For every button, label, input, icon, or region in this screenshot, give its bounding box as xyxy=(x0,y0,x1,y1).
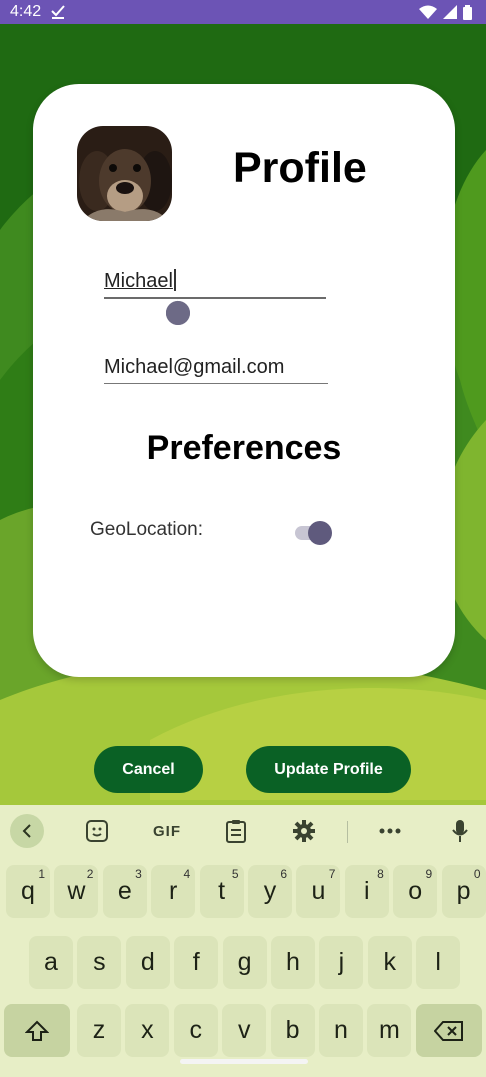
more-icon[interactable] xyxy=(378,815,402,847)
name-field[interactable]: Michael xyxy=(104,269,326,299)
page-title: Profile xyxy=(233,144,367,192)
toolbar-divider xyxy=(347,821,348,843)
key-r[interactable]: r4 xyxy=(151,865,196,918)
key-p[interactable]: p0 xyxy=(441,865,486,918)
email-value: Michael@gmail.com xyxy=(104,356,285,378)
key-h[interactable]: h xyxy=(271,936,315,989)
status-time: 4:42 xyxy=(10,3,42,20)
keyboard-toolbar: GIF xyxy=(0,805,486,857)
preferences-heading: Preferences xyxy=(146,429,342,467)
backspace-key[interactable] xyxy=(416,1004,482,1057)
battery-icon xyxy=(463,4,472,20)
shift-icon xyxy=(25,1020,49,1041)
key-g[interactable]: g xyxy=(222,936,267,989)
check-icon xyxy=(51,5,65,19)
gif-icon[interactable]: GIF xyxy=(150,815,184,847)
key-number-hint: 3 xyxy=(135,867,142,881)
key-number-hint: 4 xyxy=(183,867,191,881)
on-screen-keyboard: GIF q1w2e3r4t5y6u7i8o9p0 asdfghjkl zxcvbnm xyxy=(0,805,486,1077)
geolocation-toggle[interactable] xyxy=(295,521,333,545)
status-bar: 4:42 xyxy=(0,0,486,24)
text-cursor xyxy=(173,269,176,291)
key-number-hint: 5 xyxy=(231,867,239,881)
update-profile-button[interactable]: Update Profile xyxy=(246,746,411,793)
key-n[interactable]: n xyxy=(319,1004,363,1057)
name-value: Michael xyxy=(104,270,173,292)
key-a[interactable]: a xyxy=(29,936,73,989)
dog-photo-icon xyxy=(77,126,172,221)
text-selection-handle[interactable] xyxy=(165,299,190,325)
email-field[interactable]: Michael@gmail.com xyxy=(104,356,328,384)
key-c[interactable]: c xyxy=(173,1004,218,1057)
profile-card: Profile Michael Michael@gmail.com Prefer… xyxy=(33,84,455,677)
backspace-icon xyxy=(434,1020,463,1041)
key-number-hint: 2 xyxy=(86,867,94,881)
geolocation-label: GeoLocation: xyxy=(90,519,204,540)
signal-icon xyxy=(443,5,457,19)
key-number-hint: 7 xyxy=(328,867,336,881)
key-number-hint: 0 xyxy=(473,867,481,881)
key-i[interactable]: i8 xyxy=(344,865,389,918)
key-t[interactable]: t5 xyxy=(199,865,244,918)
key-number-hint: 9 xyxy=(425,867,433,881)
cancel-button[interactable]: Cancel xyxy=(94,746,203,793)
key-number-hint: 1 xyxy=(38,867,45,881)
gesture-nav-handle[interactable] xyxy=(180,1059,308,1064)
mic-icon[interactable] xyxy=(450,815,470,847)
key-number-hint: 8 xyxy=(377,867,384,881)
toggle-thumb xyxy=(308,521,332,545)
key-q[interactable]: q1 xyxy=(6,865,50,918)
shift-key[interactable] xyxy=(4,1004,70,1057)
key-d[interactable]: d xyxy=(125,936,170,989)
key-y[interactable]: y6 xyxy=(248,865,292,918)
key-x[interactable]: x xyxy=(125,1004,170,1057)
key-u[interactable]: u7 xyxy=(296,865,341,918)
key-m[interactable]: m xyxy=(367,1004,412,1057)
sticker-icon[interactable] xyxy=(84,815,110,847)
key-l[interactable]: l xyxy=(416,936,461,989)
avatar[interactable] xyxy=(77,126,172,221)
key-e[interactable]: e3 xyxy=(102,865,147,918)
key-z[interactable]: z xyxy=(77,1004,121,1057)
key-j[interactable]: j xyxy=(319,936,364,989)
key-f[interactable]: f xyxy=(174,936,219,989)
clipboard-icon[interactable] xyxy=(224,815,248,847)
wifi-icon xyxy=(419,5,437,19)
settings-icon[interactable] xyxy=(292,815,316,847)
key-w[interactable]: w2 xyxy=(54,865,99,918)
key-o[interactable]: o9 xyxy=(393,865,438,918)
key-k[interactable]: k xyxy=(367,936,412,989)
key-number-hint: 6 xyxy=(280,867,287,881)
back-icon[interactable] xyxy=(10,814,44,848)
key-b[interactable]: b xyxy=(270,1004,315,1057)
key-v[interactable]: v xyxy=(222,1004,267,1057)
key-s[interactable]: s xyxy=(77,936,122,989)
